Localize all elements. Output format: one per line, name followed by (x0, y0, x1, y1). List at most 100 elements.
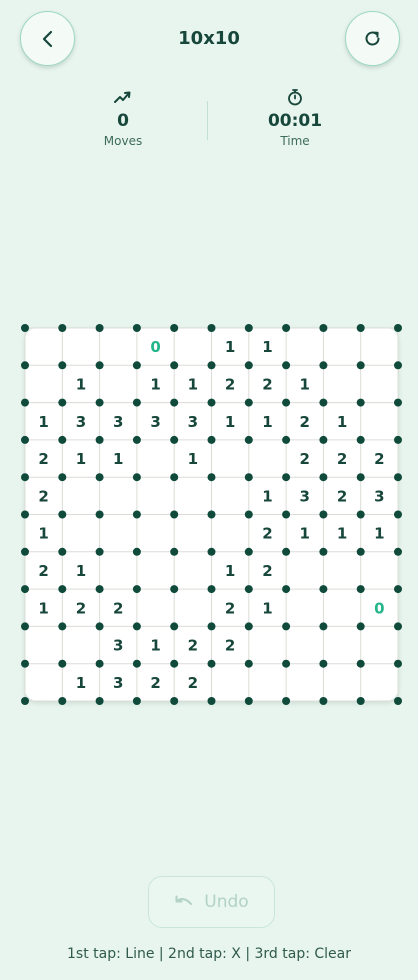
grid-vertex-dot (394, 473, 402, 482)
grid-vertex-dot (319, 435, 328, 444)
grid-vertex-dot (282, 659, 291, 668)
grid-vertex-dot (21, 324, 29, 332)
cell-clue: 2 (188, 637, 198, 655)
cell-clue: 1 (337, 525, 347, 543)
grid-vertex-dot (394, 435, 402, 444)
grid-vertex-dot (170, 659, 179, 668)
grid-vertex-dot (132, 398, 141, 407)
grid-vertex-dot (244, 473, 253, 482)
grid-vertex-dot (244, 659, 253, 668)
cell-clue: 3 (113, 674, 123, 692)
grid-vertex-dot (58, 659, 67, 668)
board-grid[interactable]: 0 1 1 1 1 1 2 2 1 1 3 3 3 3 1 1 2 1 2 1 1 1 2 2 2 2 1 3 2 3 1 2 1 1 1 2 1 1 2 1… (0, 0, 418, 980)
cell-clue: 3 (150, 413, 160, 431)
cell-clue: 1 (225, 562, 235, 580)
grid-vertex-dot (132, 510, 141, 519)
grid-vertex-dot (319, 510, 328, 519)
grid-vertex-dot (21, 398, 29, 407)
cell-clue: 1 (76, 562, 86, 580)
grid-vertex-dot (207, 510, 216, 519)
grid-vertex-dot (244, 361, 253, 370)
cell-clue: 2 (150, 674, 160, 692)
grid-vertex-dot (356, 324, 365, 332)
grid-vertex-dot (356, 622, 365, 631)
cell-clue: 1 (188, 375, 198, 393)
grid-vertex-dot (207, 697, 216, 705)
grid-vertex-dot (132, 361, 141, 370)
grid-vertex-dot (58, 547, 67, 556)
puzzle-board[interactable]: 0 1 1 1 1 1 2 2 1 1 3 3 3 3 1 1 2 1 2 1 1 1 2 2 2 2 1 3 2 3 1 2 1 1 1 2 1 1 2 1… (21, 324, 402, 705)
grid-vertex-dot (319, 547, 328, 556)
grid-vertex-dot (282, 622, 291, 631)
grid-vertex-dot (319, 622, 328, 631)
grid-vertex-dot (282, 473, 291, 482)
grid-vertex-dot (207, 585, 216, 594)
grid-vertex-dot (356, 473, 365, 482)
grid-vertex-dot (132, 435, 141, 444)
cell-clue: 2 (76, 599, 86, 617)
undo-label: Undo (204, 892, 249, 912)
grid-vertex-dot (356, 659, 365, 668)
cell-clue: 2 (225, 599, 235, 617)
cell-clue: 2 (225, 637, 235, 655)
grid-vertex-dot (95, 622, 104, 631)
grid-vertex-dot (244, 398, 253, 407)
grid-vertex-dot (170, 622, 179, 631)
cell-clue: 2 (225, 375, 235, 393)
cell-clue: 1 (76, 450, 86, 468)
grid-vertex-dot (282, 435, 291, 444)
grid-vertex-dot (244, 324, 253, 332)
grid-vertex-dot (356, 547, 365, 556)
grid-vertex-dot (207, 324, 216, 332)
grid-vertex-dot (170, 547, 179, 556)
grid-vertex-dot (394, 585, 402, 594)
grid-vertex-dot (95, 547, 104, 556)
grid-vertex-dot (319, 324, 328, 332)
cell-clue: 1 (300, 375, 310, 393)
grid-vertex-dot (58, 435, 67, 444)
grid-vertex-dot (319, 697, 328, 705)
cell-clue: 1 (150, 375, 160, 393)
grid-vertex-dot (394, 547, 402, 556)
grid-vertex-dot (95, 324, 104, 332)
grid-vertex-dot (58, 324, 67, 332)
cell-clue: 1 (113, 450, 123, 468)
cell-clue: 1 (188, 450, 198, 468)
grid-vertex-dot (21, 473, 29, 482)
grid-vertex-dot (319, 398, 328, 407)
grid-vertex-dot (394, 697, 402, 705)
grid-vertex-dot (170, 435, 179, 444)
grid-vertex-dot (58, 697, 67, 705)
cell-clue: 2 (262, 525, 272, 543)
grid-vertex-dot (58, 622, 67, 631)
cell-clue: 3 (188, 413, 198, 431)
grid-vertex-dot (21, 659, 29, 668)
grid-vertex-dot (244, 435, 253, 444)
undo-icon (175, 895, 193, 905)
grid-vertex-dot (21, 361, 29, 370)
grid-vertex-dot (132, 473, 141, 482)
grid-vertex-dot (207, 473, 216, 482)
cell-clue: 2 (374, 450, 384, 468)
grid-vertex-dot (21, 435, 29, 444)
grid-vertex-dot (132, 324, 141, 332)
cell-clue: 3 (76, 413, 86, 431)
cell-clue: 3 (300, 487, 310, 505)
cell-clue: 1 (38, 599, 48, 617)
tap-instructions: 1st tap: Line | 2nd tap: X | 3rd tap: Cl… (67, 946, 351, 962)
grid-vertex-dot (207, 435, 216, 444)
grid-vertex-dot (170, 510, 179, 519)
cell-clue: 1 (262, 487, 272, 505)
grid-vertex-dot (394, 324, 402, 332)
cell-clue: 1 (374, 525, 384, 543)
cell-clue: 3 (113, 637, 123, 655)
grid-vertex-dot (319, 659, 328, 668)
grid-vertex-dot (21, 585, 29, 594)
cell-clue: 2 (337, 450, 347, 468)
undo-button[interactable]: Undo (148, 876, 275, 928)
cell-clue: 2 (262, 562, 272, 580)
cell-clue: 0 (150, 338, 160, 356)
cell-clue: 1 (262, 599, 272, 617)
grid-vertex-dot (282, 547, 291, 556)
grid-vertex-dot (282, 398, 291, 407)
